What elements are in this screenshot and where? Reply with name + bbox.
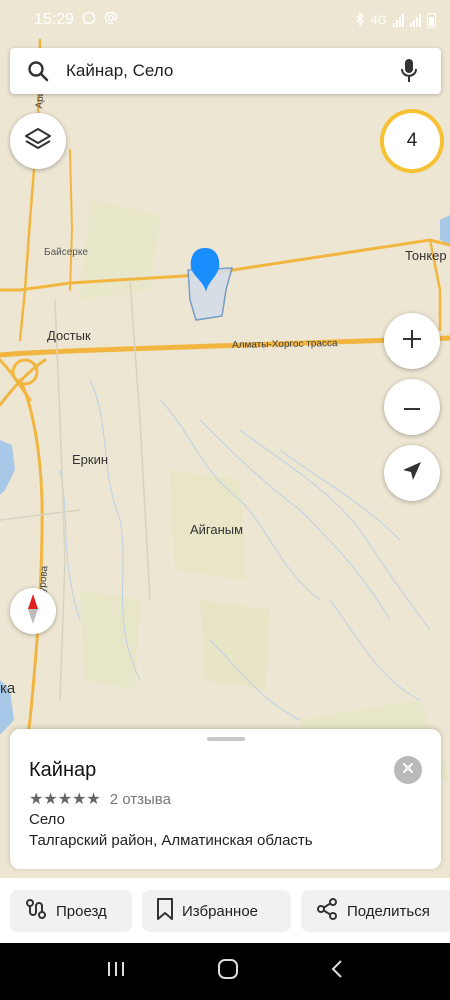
route-button[interactable]: Проезд: [10, 890, 132, 932]
place-title: Кайнар: [29, 759, 97, 781]
zoom-in-button[interactable]: [384, 313, 440, 369]
home-icon[interactable]: [216, 957, 240, 986]
zoom-out-button[interactable]: [384, 379, 440, 435]
close-button[interactable]: [394, 756, 422, 784]
microphone-icon[interactable]: [377, 58, 441, 84]
status-time: 15:29: [34, 11, 75, 28]
compass-button[interactable]: [10, 588, 56, 634]
navigation-arrow-icon: [401, 460, 423, 487]
plus-icon: [401, 328, 423, 355]
network-type: 4G: [370, 13, 387, 27]
favorite-label: Избранное: [182, 902, 259, 920]
search-bar[interactable]: Кайнар, Село: [10, 48, 441, 94]
favorite-button[interactable]: Избранное: [142, 890, 291, 932]
signal-icon: [410, 13, 421, 27]
layers-icon: [23, 126, 53, 157]
search-input[interactable]: Кайнар, Село: [66, 61, 377, 81]
bluetooth-icon: [355, 10, 365, 29]
search-icon[interactable]: [10, 60, 66, 82]
reviews-link[interactable]: 2 отзыва: [110, 791, 171, 808]
place-label: Тонкер: [405, 248, 447, 263]
route-label: Проезд: [56, 902, 107, 920]
compass-icon: [26, 593, 40, 630]
place-type: Село: [29, 811, 65, 828]
rating-stars: ★★★★★: [29, 791, 101, 808]
route-icon: [24, 897, 48, 925]
system-nav-bar: [0, 943, 450, 1000]
layers-button[interactable]: [10, 113, 66, 169]
place-label: Байсерке: [44, 247, 88, 258]
action-bar: Проезд Избранное Поделиться: [0, 878, 450, 943]
share-button[interactable]: Поделиться: [301, 890, 450, 932]
signal-icon: [393, 13, 404, 27]
minus-icon: [402, 398, 422, 416]
bookmark-icon: [156, 897, 174, 925]
at-sign-icon: [104, 11, 118, 30]
share-icon: [315, 897, 339, 925]
whatsapp-icon: [82, 11, 96, 30]
traffic-level-button[interactable]: 4: [384, 113, 440, 169]
status-bar: 15:29 4G: [0, 0, 450, 40]
recent-apps-icon[interactable]: [105, 960, 127, 983]
road-label: Алматы-Хоргос трасса: [231, 338, 338, 351]
place-card[interactable]: Кайнар ★★★★★ 2 отзыва Село Талгарский ра…: [10, 729, 441, 869]
rating-row[interactable]: ★★★★★ 2 отзыва: [29, 789, 171, 809]
place-label: ка: [0, 680, 16, 697]
place-address: Талгарский район, Алматинская область: [29, 832, 313, 849]
battery-icon: [427, 12, 436, 28]
place-label: Еркин: [72, 452, 109, 467]
back-icon[interactable]: [329, 959, 345, 984]
place-label: Достык: [47, 328, 91, 343]
drag-handle[interactable]: [207, 737, 245, 741]
share-label: Поделиться: [347, 902, 430, 920]
my-location-button[interactable]: [384, 445, 440, 501]
close-icon: [402, 761, 414, 779]
place-label: Айганым: [190, 522, 244, 537]
